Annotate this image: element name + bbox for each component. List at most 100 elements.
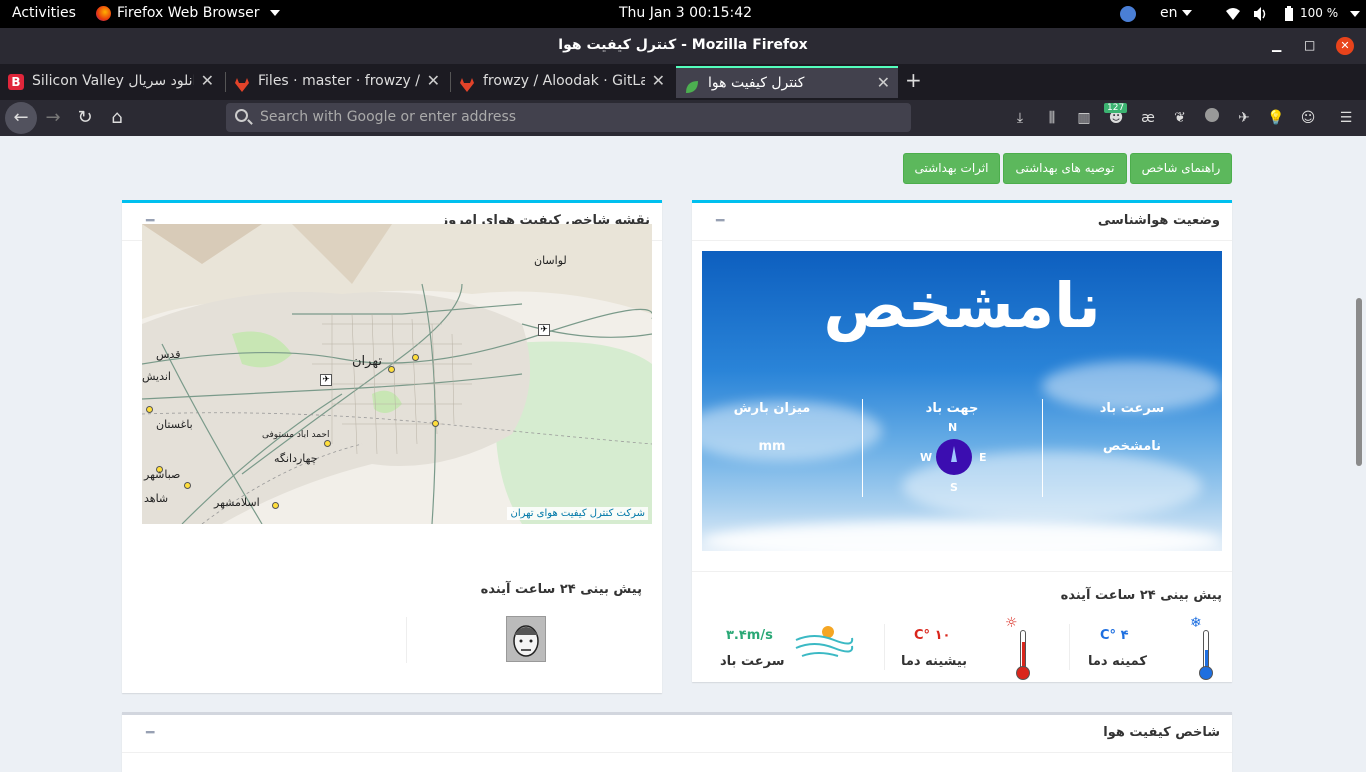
firefox-icon: [96, 5, 111, 21]
compass-east: E: [979, 451, 987, 464]
minimize-button[interactable]: ▁: [1272, 38, 1281, 52]
box-title: شاخص کیفیت هوا: [1103, 725, 1220, 740]
aqi-face-icon: [506, 616, 546, 662]
map-attribution[interactable]: شرکت کنترل کیفیت هوای تهران: [507, 507, 648, 520]
leaf-icon: [684, 76, 700, 93]
status-app-icon[interactable]: [1120, 6, 1136, 22]
sun-icon: ☼: [1005, 615, 1018, 631]
downloads-icon[interactable]: ⤓: [1010, 108, 1030, 128]
map-label-tehran: تهران: [352, 354, 382, 369]
station-marker[interactable]: [146, 406, 153, 413]
tab-silicon-valley[interactable]: B Silicon Valley دانلود سریال ✕: [0, 66, 222, 98]
min-temp-value: ۴ °C: [1100, 628, 1129, 643]
system-top-bar: Activities Firefox Web Browser Thu Jan 3…: [0, 0, 1366, 28]
page-content: راهنمای شاخص توصیه های بهداشتی اثرات بهد…: [0, 136, 1366, 772]
app-menu[interactable]: Firefox Web Browser: [96, 5, 280, 21]
weather-image: نامشخص سرعت باد نامشخص جهت باد N S E W م…: [702, 251, 1222, 551]
snowflake-icon: ❄: [1190, 615, 1202, 631]
wind-speed-label: سرعت باد: [1099, 401, 1165, 416]
map-label-chahardangeh: چهاردانگه: [274, 452, 318, 465]
maximize-button[interactable]: □: [1304, 38, 1315, 52]
chevron-down-icon: [1181, 10, 1192, 16]
search-icon: [235, 109, 248, 122]
back-button[interactable]: ←: [5, 102, 37, 134]
library-icon[interactable]: ⫼: [1042, 108, 1062, 128]
divider: [862, 399, 863, 497]
chevron-down-icon: [269, 10, 280, 16]
url-bar[interactable]: Search with Google or enter address: [226, 103, 911, 132]
compass-icon: [936, 439, 972, 475]
health-tips-button[interactable]: توصیه های بهداشتی: [1003, 153, 1127, 184]
battery-icon[interactable]: [1284, 6, 1294, 22]
extension-ae-icon[interactable]: æ: [1138, 108, 1158, 128]
map-box: نقشه شاخص کیفیت هوای امروز ━ لواسان تهرا…: [122, 200, 662, 693]
clock[interactable]: Thu Jan 3 00:15:42: [619, 5, 752, 21]
extension-paw-icon[interactable]: ❦: [1170, 108, 1190, 128]
wind-value: ۳.۴m/s: [726, 628, 773, 643]
map-label-baghestan: باغستان: [156, 418, 193, 431]
station-marker[interactable]: [388, 366, 395, 373]
station-marker[interactable]: [432, 420, 439, 427]
index-guide-button[interactable]: راهنمای شاخص: [1130, 153, 1232, 184]
sidebar-icon[interactable]: ▥: [1074, 108, 1094, 128]
tab-label: کنترل کیفیت هوا: [708, 75, 805, 91]
close-tab-icon[interactable]: ✕: [201, 66, 214, 96]
system-menu-chevron-icon[interactable]: [1350, 11, 1360, 17]
forecast-title: پیش بینی ۲۴ ساعت آینده: [1060, 588, 1222, 603]
wind-label: سرعت باد: [720, 654, 785, 669]
box-header: وضعیت هواشناسی ━: [692, 203, 1232, 241]
min-temp-label: کمینه دما: [1088, 654, 1147, 669]
aqi-box: شاخص کیفیت هوا ━: [122, 712, 1232, 772]
home-button[interactable]: ⌂: [105, 106, 129, 130]
box-title: وضعیت هواشناسی: [1097, 213, 1220, 228]
station-marker[interactable]: [324, 440, 331, 447]
extension-face-icon[interactable]: ☺: [1298, 108, 1318, 128]
activities-button[interactable]: Activities: [12, 5, 76, 21]
tab-air-quality[interactable]: کنترل کیفیت هوا ✕: [676, 66, 898, 98]
collapse-button[interactable]: ━: [716, 213, 724, 229]
tab-gitlab-files[interactable]: Files · master · frowzy / A ✕: [226, 66, 448, 98]
wind-direction-label: جهت باد: [925, 401, 979, 416]
cold-thermometer-icon: [1199, 630, 1213, 680]
page-scrollbar[interactable]: [1356, 298, 1362, 466]
forecast-title: پیش بینی ۲۴ ساعت آینده: [480, 582, 642, 597]
close-window-button[interactable]: ✕: [1336, 37, 1354, 55]
max-temp-label: بیشینه دما: [901, 654, 968, 669]
map-label-sabashahr: صباشهر: [144, 468, 181, 481]
health-effects-button[interactable]: اثرات بهداشتی: [903, 153, 1000, 184]
b-site-icon: B: [8, 74, 24, 90]
map-label-qods: قدس: [156, 348, 181, 361]
station-marker[interactable]: [272, 502, 279, 509]
max-temp-value: ۱۰ °C: [914, 628, 951, 643]
new-tab-button[interactable]: +: [905, 68, 922, 92]
map-label-ahmadabad: احمد اباد مستوفی: [262, 430, 330, 440]
close-tab-icon[interactable]: ✕: [652, 66, 665, 96]
divider: [406, 617, 407, 663]
weather-status: نامشخص: [823, 269, 1101, 342]
menu-icon[interactable]: ☰: [1336, 108, 1356, 128]
extension-circle-icon[interactable]: [1202, 108, 1222, 128]
battery-percent: 100 %: [1300, 6, 1339, 20]
divider: [1042, 399, 1043, 497]
wifi-icon[interactable]: [1225, 6, 1241, 22]
extension-bulb-icon[interactable]: 💡: [1266, 108, 1286, 128]
station-marker[interactable]: [412, 354, 419, 361]
language-indicator[interactable]: en: [1160, 5, 1192, 21]
window-title: کنترل کیفیت هوا - Mozilla Firefox: [558, 37, 808, 53]
reload-button[interactable]: ↻: [73, 106, 97, 130]
language-label: en: [1160, 5, 1178, 21]
tab-gitlab-aloodak[interactable]: frowzy / Aloodak · GitLab ✕: [451, 66, 673, 98]
forward-button[interactable]: →: [41, 106, 65, 130]
box-header: شاخص کیفیت هوا ━: [122, 715, 1232, 753]
collapse-button[interactable]: ━: [146, 725, 154, 741]
weather-box: وضعیت هواشناسی ━ نامشخص سرعت باد نامشخص …: [692, 200, 1232, 682]
map-tiles: [142, 224, 652, 524]
volume-icon[interactable]: [1252, 6, 1268, 22]
station-marker[interactable]: [184, 482, 191, 489]
gitlab-icon: [234, 74, 250, 92]
app-name: Firefox Web Browser: [117, 5, 260, 21]
close-tab-icon[interactable]: ✕: [427, 66, 440, 96]
close-tab-icon[interactable]: ✕: [877, 68, 890, 98]
aqi-map[interactable]: لواسان تهران قدس باغستان چهاردانگه صباشه…: [142, 224, 652, 524]
extension-plane-icon[interactable]: ✈: [1234, 108, 1254, 128]
